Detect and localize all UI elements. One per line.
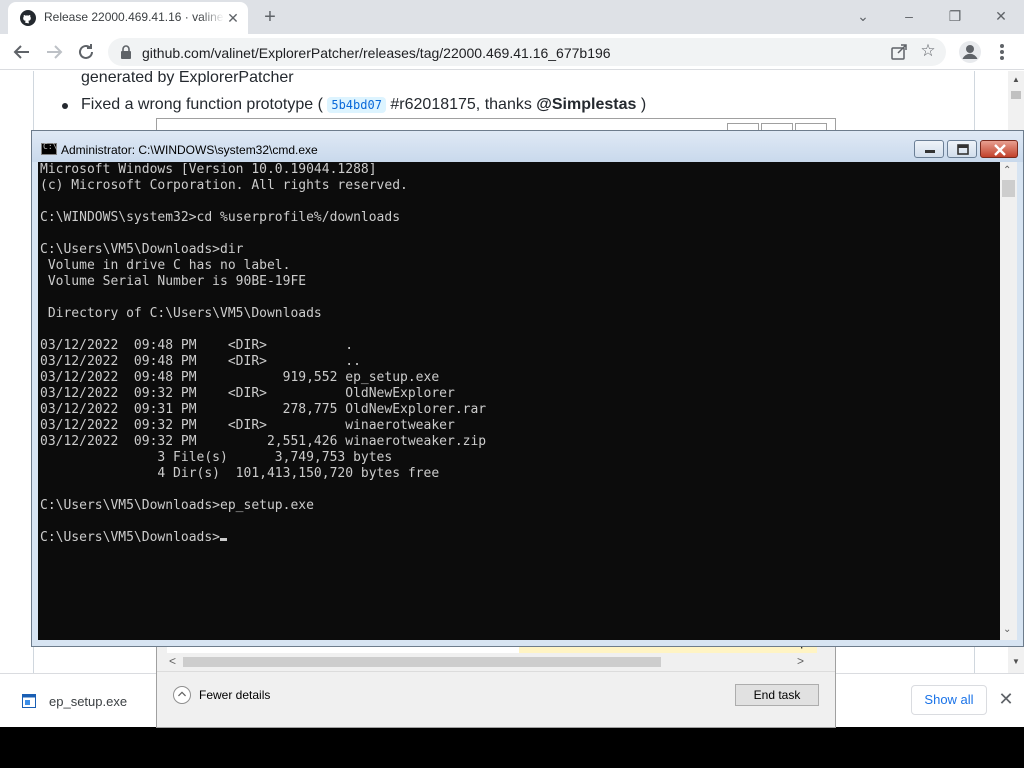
kebab-menu-icon[interactable] <box>996 42 1008 62</box>
console-line: 03/12/2022 09:48 PM 919,552 ep_setup.exe <box>40 370 440 385</box>
console-output[interactable]: Microsoft Windows [Version 10.0.19044.12… <box>38 162 1000 640</box>
close-icon[interactable]: ✕ <box>996 688 1016 710</box>
text-cursor <box>220 538 228 541</box>
console-line: C:\Users\VM5\Downloads>ep_setup.exe <box>40 498 314 513</box>
console-line: 03/12/2022 09:32 PM <DIR> winaerotweaker <box>40 418 455 433</box>
scroll-down-icon[interactable]: ⌄ <box>1003 624 1011 635</box>
file-icon <box>22 694 36 708</box>
release-note-line: generated by ExplorerPatcher <box>81 71 294 86</box>
tab-strip: Release 22000.469.41.16 · valinet ✕ + ⌄ … <box>0 0 1024 34</box>
note-text: ) <box>640 96 647 113</box>
show-all-button[interactable]: Show all <box>911 685 987 715</box>
console-line: 03/12/2022 09:31 PM 278,775 OldNewExplor… <box>40 402 487 417</box>
console-prompt: C:\Users\VM5\Downloads> <box>40 530 486 546</box>
console-line: C:\WINDOWS\system32>cd %userprofile%/dow… <box>40 210 401 225</box>
console-line: 03/12/2022 09:48 PM <DIR> . <box>40 338 354 353</box>
minimize-button[interactable] <box>914 140 944 158</box>
browser-toolbar: github.com/valinet/ExplorerPatcher/relea… <box>0 34 1024 70</box>
desktop-screen: Release 22000.469.41.16 · valinet ✕ + ⌄ … <box>0 0 1024 768</box>
browser-tab[interactable]: Release 22000.469.41.16 · valinet ✕ <box>8 2 248 34</box>
cmd-icon: C:\ <box>41 142 57 155</box>
minimize-icon[interactable]: – <box>894 5 924 27</box>
note-text: Fixed a wrong function prototype ( <box>81 96 323 113</box>
maximize-button[interactable] <box>947 140 977 158</box>
cmd-titlebar[interactable]: C:\ Administrator: C:\WINDOWS\system32\c… <box>32 131 1023 162</box>
close-button[interactable] <box>980 140 1018 158</box>
scrollbar-thumb[interactable] <box>183 657 661 667</box>
note-text: #r62018175, thanks <box>390 96 537 113</box>
window-title: Administrator: C:\WINDOWS\system32\cmd.e… <box>61 143 318 157</box>
close-window-icon[interactable]: ✕ <box>986 5 1016 27</box>
reload-icon[interactable] <box>74 40 98 64</box>
github-icon <box>20 10 36 26</box>
cmd-window: C:\ Administrator: C:\WINDOWS\system32\c… <box>31 130 1024 647</box>
url-text[interactable]: github.com/valinet/ExplorerPatcher/relea… <box>142 45 611 61</box>
back-arrow-icon[interactable] <box>10 40 34 64</box>
scroll-left-icon[interactable]: < <box>169 654 176 668</box>
close-icon <box>994 144 1006 156</box>
release-note-item: Fixed a wrong function prototype ( 5b4bd… <box>81 96 646 114</box>
commit-link[interactable]: 5b4bd07 <box>327 97 386 113</box>
scroll-down-icon[interactable]: ▼ <box>1012 657 1020 666</box>
scrollbar-thumb[interactable] <box>1011 91 1021 99</box>
bullet-icon <box>62 103 68 109</box>
share-icon[interactable] <box>890 43 908 61</box>
minimize-icon <box>925 150 935 153</box>
scroll-right-icon[interactable]: > <box>797 654 804 668</box>
forward-arrow-icon[interactable] <box>42 40 66 64</box>
console-line: Volume Serial Number is 90BE-19FE <box>40 274 307 289</box>
maximize-icon <box>957 144 969 155</box>
console-scrollbar[interactable]: ⌃ ⌄ <box>1000 162 1017 640</box>
tab-title: Release 22000.469.41.16 · valinet <box>44 10 224 24</box>
console-line: Microsoft Windows [Version 10.0.19044.12… <box>40 162 377 177</box>
console-line: 03/12/2022 09:48 PM <DIR> .. <box>40 354 361 369</box>
download-file-name[interactable]: ep_setup.exe <box>49 694 127 709</box>
console-line: (c) Microsoft Corporation. All rights re… <box>40 178 408 193</box>
star-icon[interactable]: ☆ <box>918 41 938 61</box>
scroll-up-icon[interactable]: ▲ <box>1012 75 1020 84</box>
fewer-details-link[interactable]: Fewer details <box>199 688 270 702</box>
console-line: C:\Users\VM5\Downloads>dir <box>40 242 244 257</box>
console-line: 4 Dir(s) 101,413,150,720 bytes free <box>40 466 440 481</box>
restore-icon[interactable]: ❐ <box>940 5 970 27</box>
console-line: Directory of C:\Users\VM5\Downloads <box>40 306 322 321</box>
console-line: 03/12/2022 09:32 PM <DIR> OldNewExplorer <box>40 386 455 401</box>
console-text: Microsoft Windows [Version 10.0.19044.12… <box>40 162 486 546</box>
chevron-up-icon[interactable] <box>173 686 191 704</box>
plus-icon[interactable]: + <box>258 6 282 30</box>
user-mention-link[interactable]: @Simplestas <box>536 96 636 113</box>
task-manager-footer: Fewer details End task <box>157 671 835 727</box>
scrollbar-thumb[interactable] <box>1002 180 1015 197</box>
console-line: Volume in drive C has no label. <box>40 258 291 273</box>
console-line: 3 File(s) 3,749,753 bytes <box>40 450 393 465</box>
close-icon[interactable]: ✕ <box>224 9 242 27</box>
address-bar[interactable]: github.com/valinet/ExplorerPatcher/relea… <box>108 38 946 66</box>
chevron-down-icon[interactable]: ⌄ <box>848 5 878 27</box>
scroll-up-icon[interactable]: ⌃ <box>1003 165 1011 176</box>
profile-icon[interactable] <box>958 40 982 64</box>
end-task-button[interactable]: End task <box>735 684 819 706</box>
console-line: 03/12/2022 09:32 PM 2,551,426 winaerotwe… <box>40 434 487 449</box>
horizontal-scrollbar[interactable]: < > <box>165 653 815 671</box>
lock-icon[interactable] <box>120 45 132 59</box>
